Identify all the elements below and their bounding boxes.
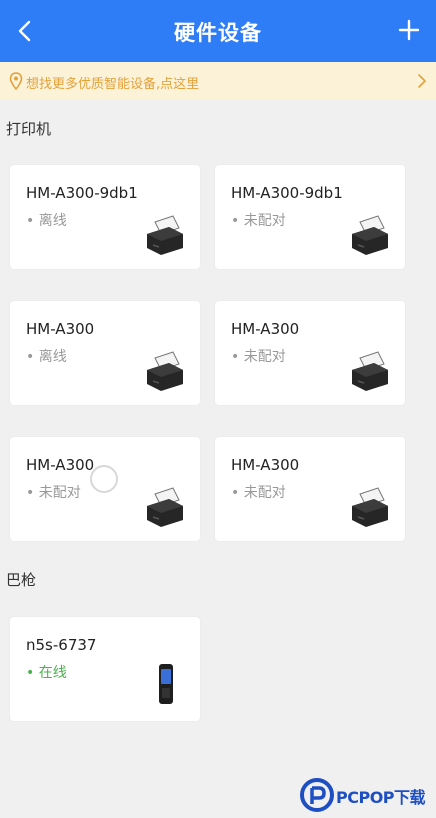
section-title-scanners: 巴枪 bbox=[6, 571, 37, 589]
pcpop-logo-icon bbox=[300, 778, 334, 812]
watermark-text: PCPOP下载 bbox=[336, 788, 426, 807]
device-card-printer[interactable]: HM-A300-9db1 • 未配对 bbox=[214, 164, 406, 270]
device-status: • 未配对 bbox=[231, 485, 286, 501]
printer-icon bbox=[352, 487, 388, 527]
printer-icon bbox=[352, 351, 388, 391]
device-status: • 未配对 bbox=[26, 485, 81, 501]
device-card-scanner[interactable]: n5s-6737 • 在线 bbox=[9, 616, 201, 722]
device-status: • 离线 bbox=[26, 213, 67, 229]
promo-notice-bar[interactable]: 想找更多优质智能设备,点这里 bbox=[0, 62, 436, 100]
watermark: PCPOP下载 bbox=[300, 778, 436, 812]
loading-spinner bbox=[90, 465, 118, 493]
device-name: n5s-6737 bbox=[26, 636, 97, 654]
printer-icon bbox=[147, 487, 183, 527]
device-status: • 未配对 bbox=[231, 213, 286, 229]
device-status: • 离线 bbox=[26, 349, 67, 365]
printer-icon bbox=[147, 351, 183, 391]
device-name: HM-A300-9db1 bbox=[231, 184, 343, 202]
printer-icon bbox=[352, 215, 388, 255]
device-status: • 在线 bbox=[26, 665, 67, 681]
device-card-printer[interactable]: HM-A300-9db1 • 离线 bbox=[9, 164, 201, 270]
promo-notice-text: 想找更多优质智能设备,点这里 bbox=[26, 77, 200, 92]
location-pin-icon bbox=[9, 72, 23, 90]
page-title: 硬件设备 bbox=[174, 21, 262, 45]
plus-icon[interactable] bbox=[398, 19, 420, 41]
device-name: HM-A300 bbox=[231, 320, 300, 338]
device-card-printer[interactable]: HM-A300 • 未配对 bbox=[214, 436, 406, 542]
device-name: HM-A300 bbox=[26, 456, 95, 474]
device-name: HM-A300-9db1 bbox=[26, 184, 138, 202]
section-title-printers: 打印机 bbox=[6, 120, 52, 138]
device-name: HM-A300 bbox=[231, 456, 300, 474]
device-name: HM-A300 bbox=[26, 320, 95, 338]
device-card-printer[interactable]: HM-A300 • 离线 bbox=[9, 300, 201, 406]
device-card-printer[interactable]: HM-A300 • 未配对 bbox=[214, 300, 406, 406]
top-app-bar: 硬件设备 bbox=[0, 0, 436, 62]
printer-icon bbox=[147, 215, 183, 255]
handheld-scanner-icon bbox=[159, 664, 173, 704]
device-status: • 未配对 bbox=[231, 349, 286, 365]
chevron-right-icon bbox=[418, 74, 426, 88]
